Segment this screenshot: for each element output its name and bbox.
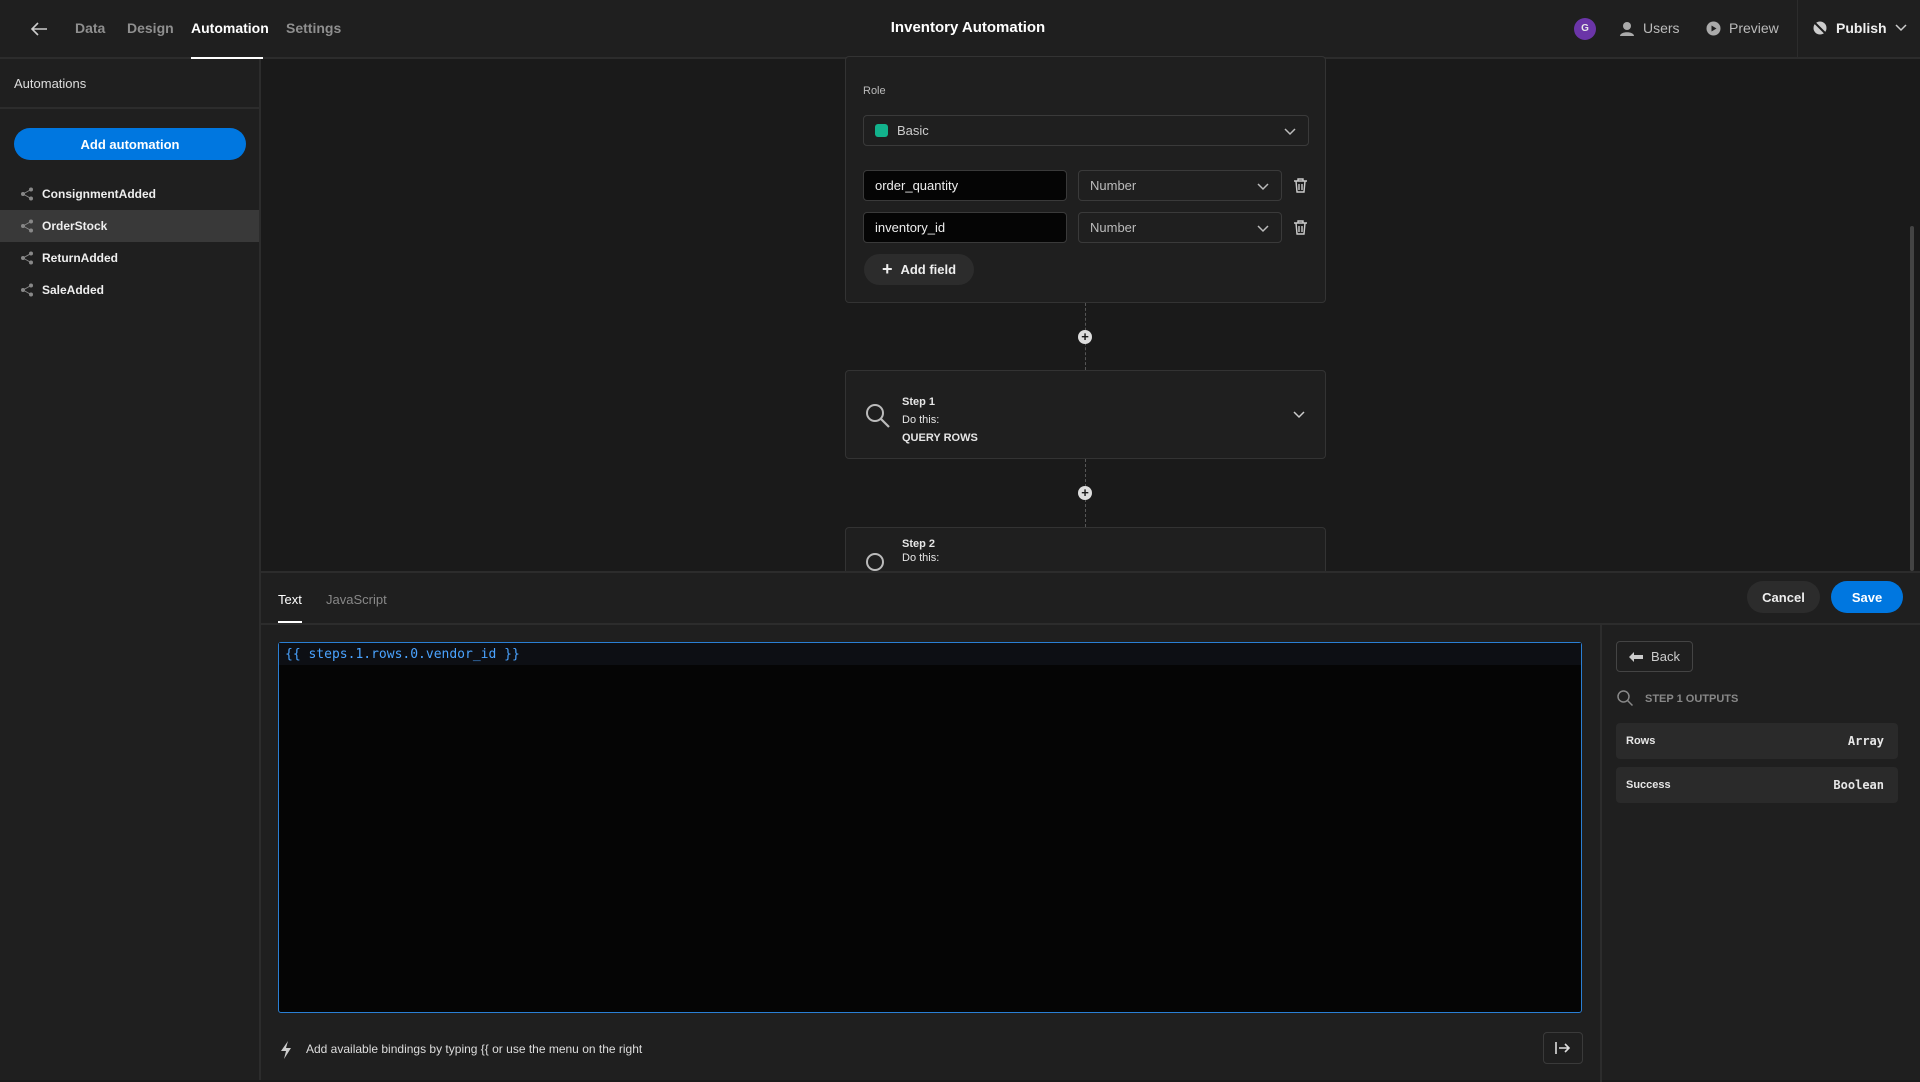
output-type: Boolean	[1833, 778, 1884, 792]
sidebar-item[interactable]: ConsignmentAdded	[0, 178, 259, 210]
tab-text[interactable]: Text	[278, 592, 302, 607]
share-icon	[21, 251, 33, 265]
page-title: Inventory Automation	[890, 19, 1046, 36]
arrow-left-icon	[1629, 651, 1644, 662]
binding-hint: Add available bindings by typing {{ or u…	[306, 1042, 643, 1056]
step-sub: Do this:	[902, 414, 940, 426]
step-sub: Do this:	[902, 552, 940, 564]
sidebar-item-label: OrderStock	[42, 219, 108, 233]
step-1-card[interactable]: Step 1 Do this: QUERY ROWS	[845, 370, 1326, 459]
publish-label: Publish	[1836, 20, 1887, 36]
lightning-icon	[281, 1041, 291, 1059]
step-action: QUERY ROWS	[902, 432, 978, 444]
save-button[interactable]: Save	[1831, 581, 1903, 613]
divider	[1797, 0, 1798, 57]
back-label: Back	[1651, 649, 1680, 664]
users-button[interactable]: Users	[1620, 20, 1680, 36]
field-type-select[interactable]: Number	[1078, 212, 1282, 243]
plus-icon: +	[881, 259, 893, 279]
sidebar-heading: Automations	[14, 76, 87, 91]
canvas-scrollbar[interactable]	[1910, 226, 1914, 571]
chevron-down-icon	[1257, 225, 1269, 233]
trash-icon[interactable]	[1294, 178, 1307, 193]
sidebar-item[interactable]: ReturnAdded	[0, 242, 259, 274]
output-name: Rows	[1626, 735, 1656, 747]
back-arrow-icon[interactable]	[30, 21, 48, 37]
share-icon	[21, 283, 33, 297]
play-icon	[1706, 21, 1721, 35]
publish-off-icon	[1812, 20, 1828, 36]
output-binding-row[interactable]: Success Boolean	[1616, 767, 1898, 803]
back-button[interactable]: Back	[1616, 641, 1693, 672]
output-type: Array	[1847, 734, 1884, 748]
tab-javascript[interactable]: JavaScript	[326, 592, 387, 607]
users-label: Users	[1643, 20, 1680, 36]
divider	[1600, 625, 1602, 1082]
users-icon	[1620, 21, 1634, 36]
output-binding-row[interactable]: Rows Array	[1616, 723, 1898, 759]
share-icon	[21, 219, 33, 233]
chevron-down-icon[interactable]	[1293, 411, 1305, 419]
sidebar: Automations Add automation ConsignmentAd…	[0, 59, 261, 1080]
field-name-input[interactable]: order_quantity	[863, 170, 1067, 201]
code-line: {{ steps.1.rows.0.vendor_id }}	[279, 643, 1581, 665]
chevron-down-icon	[1257, 183, 1269, 191]
add-field-button[interactable]: + Add field	[864, 254, 974, 285]
sidebar-item[interactable]: SaleAdded	[0, 274, 259, 306]
sidebar-item-label: SaleAdded	[42, 283, 105, 297]
cancel-button[interactable]: Cancel	[1747, 581, 1820, 613]
divider	[261, 623, 1920, 625]
search-icon[interactable]	[1617, 690, 1633, 706]
add-step-button[interactable]: +	[1078, 486, 1092, 500]
avatar[interactable]: G	[1574, 18, 1596, 40]
preview-label: Preview	[1729, 20, 1779, 36]
chevron-down-icon	[1284, 128, 1296, 136]
top-bar: Data Design Automation Settings Inventor…	[0, 0, 1920, 59]
sidebar-item[interactable]: OrderStock	[0, 210, 259, 242]
tab-settings[interactable]: Settings	[286, 20, 341, 36]
tab-automation[interactable]: Automation	[191, 20, 269, 36]
chevron-down-icon	[1895, 24, 1907, 32]
field-type-value: Number	[1090, 178, 1137, 193]
sidebar-item-label: ReturnAdded	[42, 251, 118, 265]
sidebar-item-label: ConsignmentAdded	[42, 187, 156, 201]
trash-icon[interactable]	[1294, 220, 1307, 235]
binding-textarea[interactable]: {{ steps.1.rows.0.vendor_id }}	[278, 642, 1582, 1013]
role-select[interactable]: Basic	[863, 115, 1309, 146]
step-label: Step 2	[902, 538, 936, 550]
publish-button[interactable]: Publish	[1812, 20, 1907, 36]
field-name-input[interactable]: inventory_id	[863, 212, 1067, 243]
role-color-swatch	[875, 124, 888, 137]
add-field-label: Add field	[900, 262, 957, 277]
toggle-bindings-button[interactable]	[1543, 1032, 1583, 1064]
arrow-right-bar-icon	[1555, 1042, 1571, 1054]
preview-button[interactable]: Preview	[1706, 20, 1779, 36]
step-label: Step 1	[902, 396, 936, 408]
output-name: Success	[1626, 779, 1671, 791]
tab-design[interactable]: Design	[127, 20, 174, 36]
field-type-value: Number	[1090, 220, 1137, 235]
share-icon	[21, 187, 33, 201]
trigger-card: Role Basic order_quantity Number inventory…	[845, 56, 1326, 303]
outputs-section-title: STEP 1 OUTPUTS	[1645, 693, 1739, 705]
role-label: Role	[863, 85, 886, 97]
search-icon	[866, 404, 890, 428]
role-value: Basic	[897, 123, 929, 138]
add-automation-button[interactable]: Add automation	[14, 128, 246, 160]
field-type-select[interactable]: Number	[1078, 170, 1282, 201]
tab-data[interactable]: Data	[75, 20, 105, 36]
add-step-button[interactable]: +	[1078, 330, 1092, 344]
divider	[0, 107, 259, 109]
